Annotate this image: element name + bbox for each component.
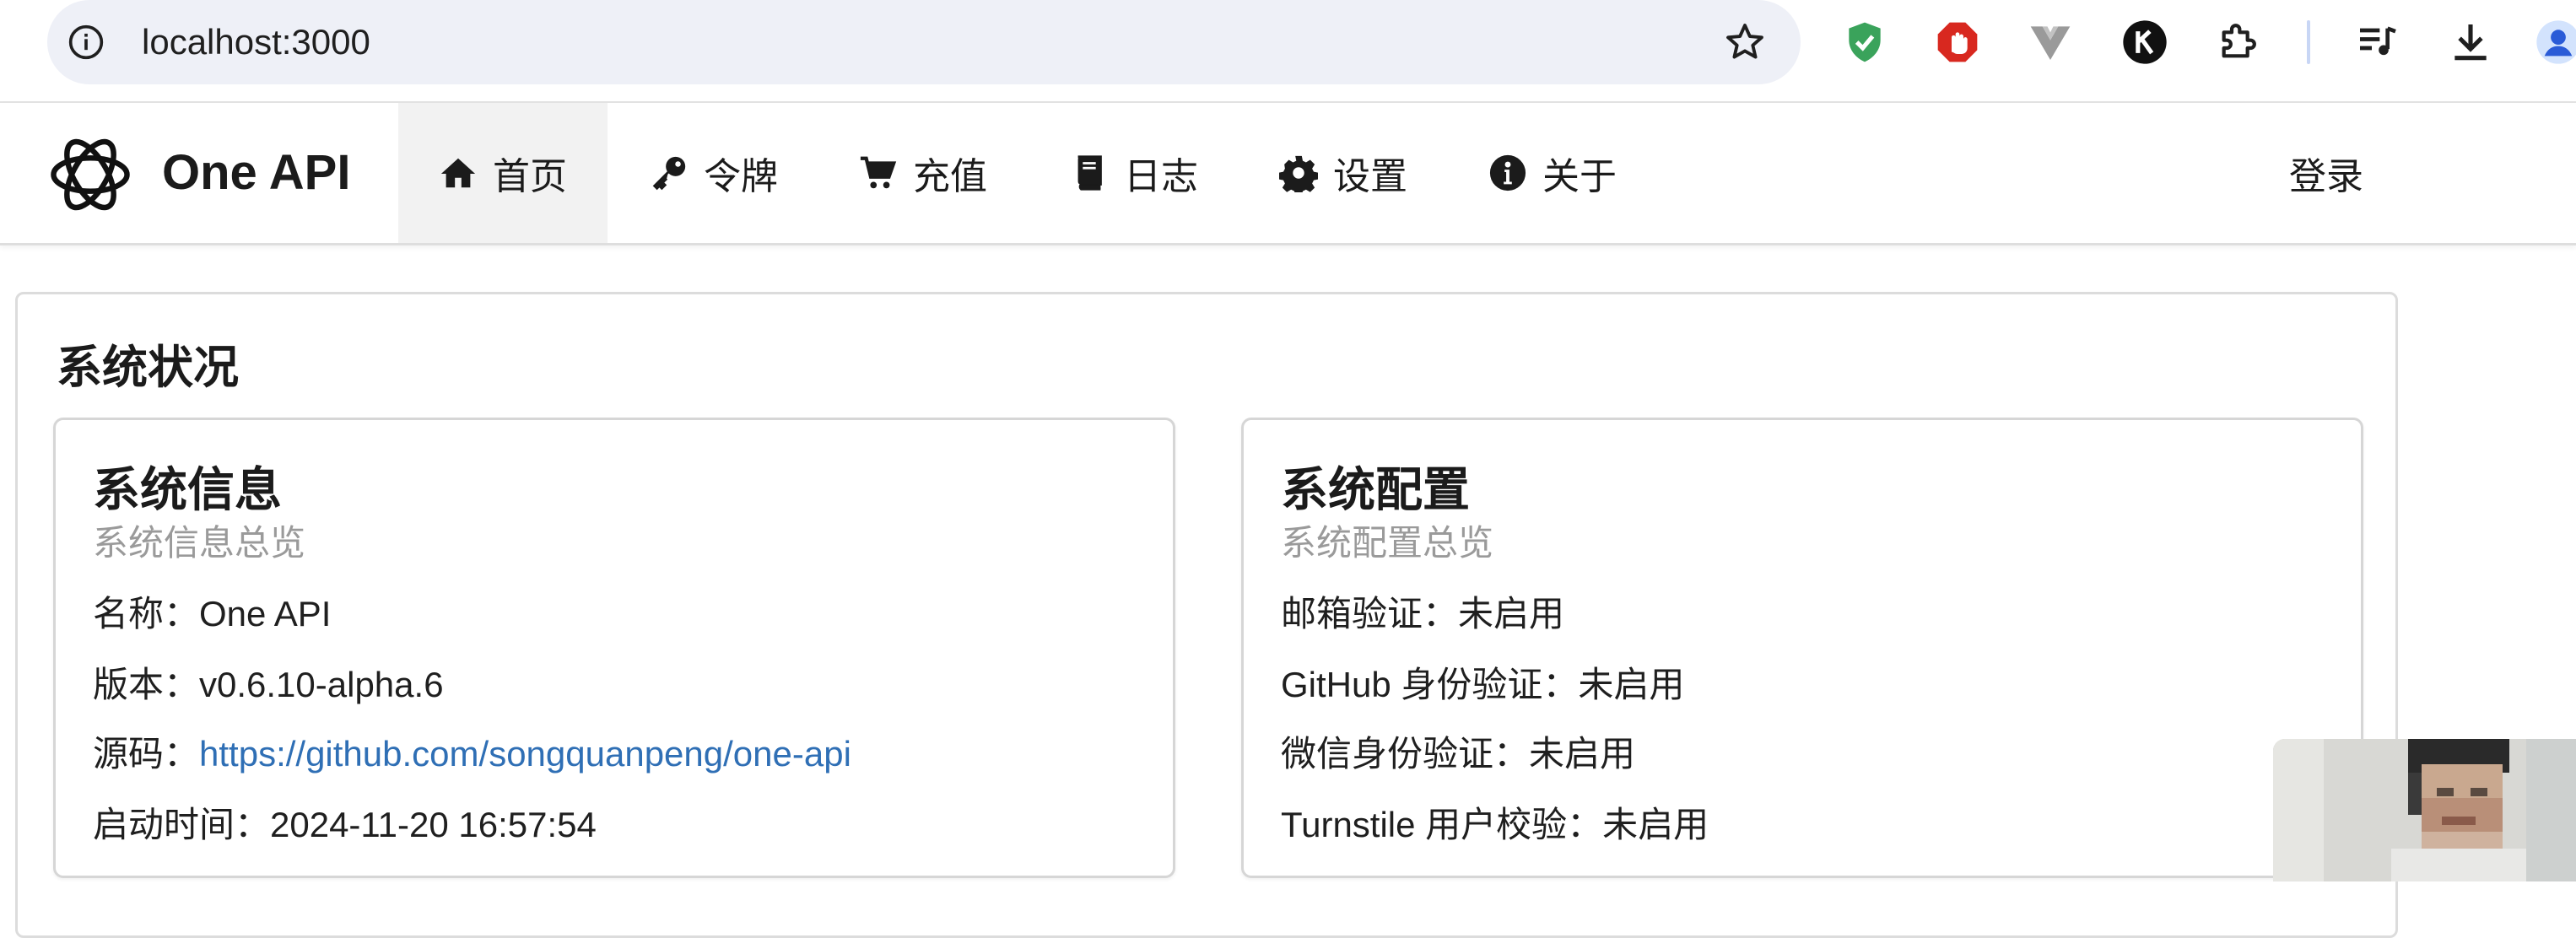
brand-name[interactable]: One API [162,145,350,201]
presenter-video-image [2273,739,2576,881]
key-icon [652,156,686,191]
media-queue-icon[interactable] [2354,19,2401,66]
adblock-extension-icon[interactable] [1934,19,1981,66]
profile-avatar-icon[interactable] [2535,19,2576,66]
extensions-puzzle-icon[interactable] [2214,19,2261,66]
system-info-subtitle: 系统信息总览 [93,523,306,563]
system-config-card: 系统配置 系统配置总览 邮箱验证：未启用 GitHub 身份验证：未启用 微信身… [1241,418,2363,878]
source-link[interactable]: https://github.com/songquanpeng/one-api [199,734,851,774]
source-label: 源码： [93,734,200,774]
nav-about[interactable]: 关于 [1488,103,1617,243]
wechat-auth-row: 微信身份验证：未启用 [1281,734,1636,774]
address-bar[interactable]: localhost:3000 [47,0,1801,84]
webcam-overlay [2273,739,2576,881]
nav-topup-label: 充值 [913,156,987,197]
vue-devtools-extension-icon[interactable] [2027,19,2074,66]
nav-logs-label: 日志 [1124,156,1198,197]
gear-icon [1279,155,1318,192]
login-button[interactable]: 登录 [2289,103,2363,243]
system-source-row: 源码：https://github.com/songquanpeng/one-a… [93,725,851,777]
system-config-title: 系统配置 [1281,463,1470,516]
openai-logo-icon[interactable] [44,128,137,221]
info-icon [1489,154,1526,191]
nav-home-label: 首页 [493,156,567,197]
book-icon [1077,155,1102,191]
home-icon [440,158,476,188]
turnstile-check-row: Turnstile 用户校验：未启用 [1281,805,1709,844]
app-header: One API 首页 令牌 充值 日志 设置 关于 登录 [0,103,2576,245]
cart-icon [860,156,897,189]
system-info-title: 系统信息 [93,463,282,516]
nav-home[interactable]: 首页 [398,103,608,243]
system-name-row: 名称：One API [93,594,332,633]
nav-tokens-label: 令牌 [704,156,778,197]
page-title: 系统状况 [57,342,239,393]
site-info-icon[interactable] [68,24,105,61]
system-config-subtitle: 系统配置总览 [1281,523,1494,563]
download-icon[interactable] [2447,19,2494,66]
nav-settings[interactable]: 设置 [1279,103,1407,243]
shield-extension-icon[interactable] [1841,19,1888,66]
nav-logs[interactable]: 日志 [1070,103,1198,243]
browser-toolbar: localhost:3000 [0,0,2576,103]
system-start-time-row: 启动时间：2024-11-20 16:57:54 [93,805,597,844]
github-auth-row: GitHub 身份验证：未启用 [1281,665,1685,704]
nav-topup[interactable]: 充值 [859,103,987,243]
system-version-row: 版本：v0.6.10-alpha.6 [93,665,444,704]
nav-tokens[interactable]: 令牌 [650,103,778,243]
system-status-panel: 系统状况 系统信息 系统信息总览 名称：One API 版本：v0.6.10-a… [15,292,2398,938]
toolbar-separator [2307,20,2310,64]
bookmark-star-icon[interactable] [1723,20,1767,64]
system-info-card: 系统信息 系统信息总览 名称：One API 版本：v0.6.10-alpha.… [53,418,1175,878]
email-verification-row: 邮箱验证：未启用 [1281,594,1565,633]
k-extension-icon[interactable] [2121,19,2168,66]
nav-settings-label: 设置 [1333,156,1407,197]
nav-about-label: 关于 [1542,156,1617,197]
url-text[interactable]: localhost:3000 [142,22,370,62]
